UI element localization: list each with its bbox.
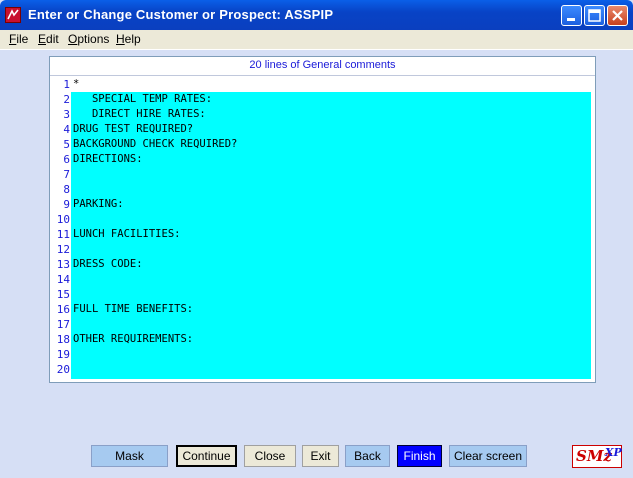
editor-line[interactable]: 10 <box>55 212 591 227</box>
line-text[interactable]: LUNCH FACILITIES: <box>73 227 180 242</box>
line-text[interactable]: BACKGROUND CHECK REQUIRED? <box>73 137 237 152</box>
menu-options[interactable]: Options <box>68 32 109 46</box>
editor-line[interactable]: 15 <box>55 287 591 302</box>
line-number: 11 <box>56 228 70 241</box>
line-number: 20 <box>56 363 70 376</box>
menu-edit[interactable]: Edit <box>38 32 59 46</box>
line-text[interactable]: * <box>73 77 79 92</box>
line-number: 16 <box>56 303 70 316</box>
editor-line[interactable]: 18 OTHER REQUIREMENTS: <box>55 332 591 347</box>
continue-button[interactable]: Continue <box>176 445 237 467</box>
comments-editor[interactable]: 1 * 2 SPECIAL TEMP RATES: 3 DIRECT HIRE RAT… <box>55 77 591 379</box>
editor-line[interactable]: 5 BACKGROUND CHECK REQUIRED? <box>55 137 591 152</box>
mask-button[interactable]: Mask <box>91 445 168 467</box>
line-text[interactable]: OTHER REQUIREMENTS: <box>73 332 193 347</box>
close-icon <box>612 10 623 21</box>
close-window-button[interactable] <box>607 5 628 26</box>
current-line-highlight <box>71 77 591 92</box>
menu-file[interactable]: File <box>9 32 28 46</box>
logo-sup: XP <box>605 446 622 459</box>
clear-screen-button[interactable]: Clear screen <box>449 445 527 467</box>
smz-logo: SMz XP <box>572 445 622 468</box>
window-title: Enter or Change Customer or Prospect: AS… <box>28 7 334 22</box>
line-text[interactable]: PARKING: <box>73 197 124 212</box>
line-number: 7 <box>63 168 70 181</box>
line-text[interactable]: DRUG TEST REQUIRED? <box>73 122 193 137</box>
editor-line[interactable]: 7 <box>55 167 591 182</box>
menu-bar: File Edit Options Help <box>0 30 633 50</box>
line-number: 8 <box>63 183 70 196</box>
line-number: 15 <box>56 288 70 301</box>
editor-line[interactable]: 14 <box>55 272 591 287</box>
editor-line[interactable]: 3 DIRECT HIRE RATES: <box>55 107 591 122</box>
panel-header: 20 lines of General comments <box>50 57 595 76</box>
line-number: 2 <box>63 93 70 106</box>
line-number: 13 <box>56 258 70 271</box>
line-number: 12 <box>56 243 70 256</box>
line-number: 17 <box>56 318 70 331</box>
line-text[interactable]: DRESS CODE: <box>73 257 143 272</box>
editor-line[interactable]: 1 * <box>55 77 591 92</box>
line-text[interactable]: FULL TIME BENEFITS: <box>73 302 193 317</box>
line-number: 18 <box>56 333 70 346</box>
line-number: 19 <box>56 348 70 361</box>
editor-line[interactable]: 6 DIRECTIONS: <box>55 152 591 167</box>
line-number: 4 <box>63 123 70 136</box>
line-text[interactable]: DIRECT HIRE RATES: <box>73 107 206 122</box>
line-number: 14 <box>56 273 70 286</box>
editor-line[interactable]: 11 LUNCH FACILITIES: <box>55 227 591 242</box>
editor-line[interactable]: 19 <box>55 347 591 362</box>
line-text[interactable]: SPECIAL TEMP RATES: <box>73 92 212 107</box>
finish-button[interactable]: Finish <box>397 445 442 467</box>
comments-panel: 20 lines of General comments 1 * 2 SPECIAL… <box>49 56 596 383</box>
editor-line[interactable]: 4 DRUG TEST REQUIRED? <box>55 122 591 137</box>
line-number: 10 <box>56 213 70 226</box>
menu-help[interactable]: Help <box>116 32 141 46</box>
close-button[interactable]: Close <box>244 445 296 467</box>
editor-line[interactable]: 20 <box>55 362 591 377</box>
line-number: 5 <box>63 138 70 151</box>
line-number: 6 <box>63 153 70 166</box>
minimize-button[interactable] <box>561 5 582 26</box>
minimize-icon <box>567 18 575 21</box>
editor-line[interactable]: 8 <box>55 182 591 197</box>
app-icon[interactable] <box>5 7 21 23</box>
editor-line[interactable]: 9 PARKING: <box>55 197 591 212</box>
maximize-icon <box>588 9 601 22</box>
line-number: 9 <box>63 198 70 211</box>
editor-line[interactable]: 2 SPECIAL TEMP RATES: <box>55 92 591 107</box>
line-number: 1 <box>63 78 70 91</box>
line-number: 3 <box>63 108 70 121</box>
editor-line[interactable]: 17 <box>55 317 591 332</box>
back-button[interactable]: Back <box>345 445 390 467</box>
exit-button[interactable]: Exit <box>302 445 339 467</box>
line-text[interactable]: DIRECTIONS: <box>73 152 143 167</box>
editor-line[interactable]: 12 <box>55 242 591 257</box>
editor-line[interactable]: 16 FULL TIME BENEFITS: <box>55 302 591 317</box>
maximize-button[interactable] <box>584 5 605 26</box>
editor-line[interactable]: 13 DRESS CODE: <box>55 257 591 272</box>
title-bar[interactable]: Enter or Change Customer or Prospect: AS… <box>0 0 633 30</box>
